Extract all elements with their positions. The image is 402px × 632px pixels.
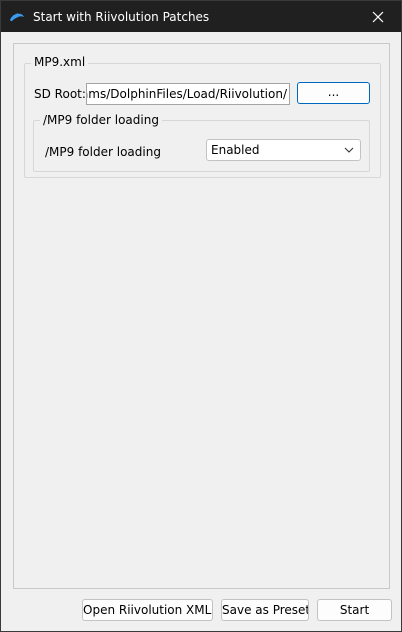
- mp9-folder-loading-row: /MP9 folder loading: [45, 141, 161, 163]
- start-button[interactable]: Start: [317, 599, 392, 621]
- dialog-window: Start with Riivolution Patches MP9.xml S…: [0, 0, 402, 632]
- mp9-folder-loading-group-title: /MP9 folder loading: [40, 113, 162, 127]
- sd-root-row: SD Root:: [34, 83, 86, 105]
- mp9-xml-group-title: MP9.xml: [31, 55, 89, 69]
- dolphin-icon: [9, 9, 25, 25]
- title-bar[interactable]: Start with Riivolution Patches: [1, 1, 401, 32]
- sd-root-input[interactable]: C:/Users/Programs/DolphinFiles/Load/Riiv…: [86, 83, 290, 105]
- sd-root-value: C:/Users/Programs/DolphinFiles/Load/Riiv…: [87, 87, 287, 101]
- close-icon: [372, 11, 384, 22]
- mp9-xml-group: MP9.xml SD Root: C:/Users/Programs/Dolph…: [24, 55, 381, 178]
- save-as-preset-button[interactable]: Save as Preset...: [221, 599, 309, 621]
- mp9-folder-loading-selected: Enabled: [211, 143, 260, 157]
- window-title: Start with Riivolution Patches: [33, 9, 210, 24]
- open-riivolution-xml-button[interactable]: Open Riivolution XML...: [82, 599, 213, 621]
- mp9-folder-loading-label: /MP9 folder loading: [45, 145, 161, 159]
- mp9-folder-loading-select[interactable]: Enabled: [206, 139, 361, 161]
- patch-list-panel: MP9.xml SD Root: C:/Users/Programs/Dolph…: [13, 43, 390, 589]
- chevron-down-icon: [344, 147, 354, 153]
- mp9-folder-loading-group: /MP9 folder loading /MP9 folder loading …: [33, 113, 370, 172]
- browse-button[interactable]: ...: [297, 82, 370, 104]
- close-button[interactable]: [355, 1, 401, 32]
- sd-root-label: SD Root:: [34, 87, 86, 101]
